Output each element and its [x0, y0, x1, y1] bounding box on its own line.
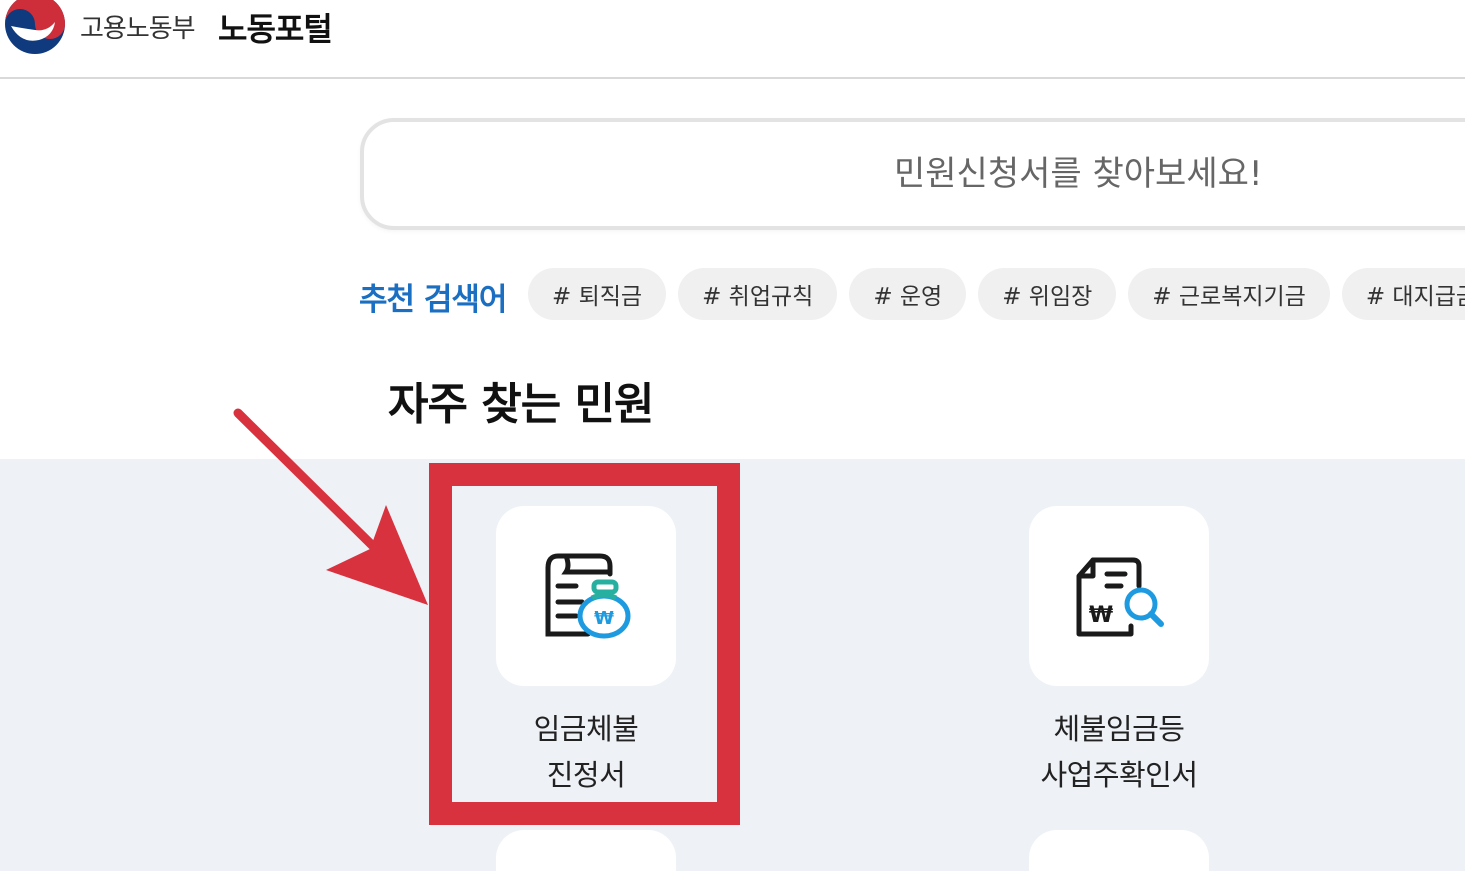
keyword-tag[interactable]: # 취업규칙 — [678, 268, 838, 320]
recommended-keywords-label: 추천 검색어 — [359, 282, 507, 318]
wage-arrears-petition-button[interactable]: ₩ — [496, 506, 676, 686]
unpaid-wage-confirmation-label[interactable]: 체불임금등 사업주확인서 — [989, 706, 1249, 798]
svg-text:₩: ₩ — [594, 608, 614, 629]
service-card-next[interactable] — [496, 830, 676, 871]
unpaid-wage-confirmation-button[interactable]: ₩ — [1029, 506, 1209, 686]
wage-bag-document-icon: ₩ — [545, 553, 631, 639]
search-input[interactable] — [364, 122, 1465, 226]
recommended-keywords: # 퇴직금 # 취업규칙 # 운영 # 위임장 # 근로복지기금 # 대지급금 — [528, 268, 1465, 320]
keyword-tag[interactable]: # 퇴직금 — [528, 268, 667, 320]
keyword-tag[interactable]: # 위임장 — [978, 268, 1117, 320]
keyword-tag[interactable]: # 대지급금 — [1341, 268, 1465, 320]
document-search-icon: ₩ — [1076, 557, 1164, 637]
keyword-tag[interactable]: # 근로복지기금 — [1128, 268, 1330, 320]
frequent-services-panel — [0, 459, 1465, 871]
service-card-next[interactable] — [1029, 830, 1209, 871]
svg-text:₩: ₩ — [1089, 603, 1113, 628]
government-emblem-icon[interactable] — [3, 0, 67, 56]
section-title: 자주 찾는 민원 — [388, 379, 655, 430]
keyword-tag[interactable]: # 운영 — [849, 268, 967, 320]
search-box[interactable] — [360, 118, 1465, 230]
portal-name[interactable]: 노동포털 — [218, 4, 333, 50]
wage-arrears-petition-label[interactable]: 임금체불 진정서 — [456, 706, 716, 798]
ministry-name[interactable]: 고용노동부 — [80, 8, 196, 45]
header: 고용노동부 노동포털 — [0, 0, 1465, 79]
